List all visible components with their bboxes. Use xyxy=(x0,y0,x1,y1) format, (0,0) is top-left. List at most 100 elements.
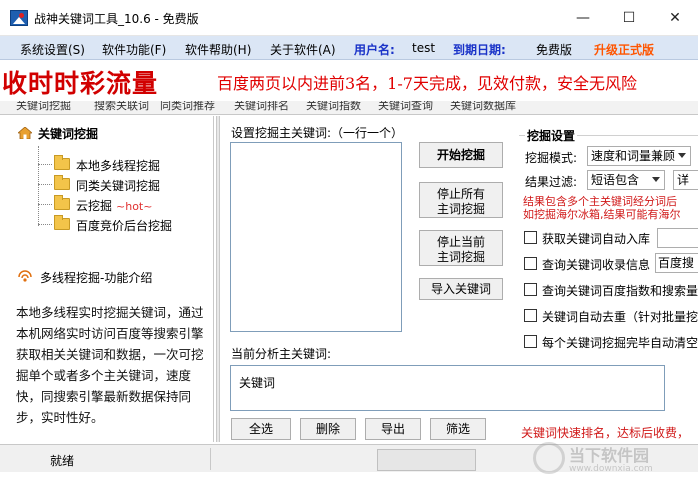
import-keywords-button[interactable]: 导入关键词 xyxy=(419,278,503,300)
tab-keyword-mining[interactable]: 关键词挖掘 xyxy=(16,101,71,113)
tree-item-label: 百度竞价后台挖掘 xyxy=(76,219,173,233)
banner-scroll-text: 百度两页以内进前3名，1-7天完成，见效付款，安全无风险 xyxy=(217,74,637,93)
stop-current-button[interactable]: 停止当前 主词挖掘 xyxy=(419,230,503,266)
menu-software-help[interactable]: 软件帮助(H) xyxy=(185,41,251,58)
folder-icon xyxy=(54,215,70,230)
app-logo-icon xyxy=(10,10,28,26)
tab-keyword-query[interactable]: 关键词查询 xyxy=(378,101,433,113)
mining-settings-panel: 挖掘设置 挖掘模式: 速度和词量兼顾 结果过滤: 短语包含 详 结果包含多个主关… xyxy=(515,125,698,355)
column-header-keyword: 关键词 xyxy=(239,376,276,390)
filter-select[interactable]: 短语包含 xyxy=(587,170,665,190)
hot-badge: ~hot~ xyxy=(116,200,153,213)
watermark-text: 当下软件园 xyxy=(569,446,650,465)
intro-title: 多线程挖掘-功能介绍 xyxy=(40,271,153,285)
delete-button[interactable]: 删除 xyxy=(300,418,356,440)
mode-value: 速度和词量兼顾 xyxy=(591,149,676,163)
checkbox-baidu-index[interactable]: 查询关键词百度指数和搜索量 xyxy=(524,281,698,299)
checkbox[interactable] xyxy=(524,231,537,244)
checkbox-label: 获取关键词自动入库 xyxy=(542,232,651,246)
stop-all-line1: 停止所有 xyxy=(436,186,485,201)
current-keyword-label: 当前分析主关键词: xyxy=(231,347,332,361)
info-signal-icon xyxy=(18,270,32,282)
panel-splitter[interactable] xyxy=(216,116,220,442)
chevron-down-icon xyxy=(678,153,686,158)
checkbox-label: 查询关键词百度指数和搜索量 xyxy=(542,284,698,298)
checkbox-dedupe[interactable]: 关键词自动去重（针对批量挖 xyxy=(524,307,698,325)
checkbox-auto-clear[interactable]: 每个关键词挖掘完毕自动清空 xyxy=(524,333,698,351)
tree-item-cloud-mining[interactable]: 云挖掘 ~hot~ xyxy=(38,195,218,214)
checkbox[interactable] xyxy=(524,283,537,296)
tab-strip: 关键词挖掘 搜索关联词 同类词推荐 关键词排名 关键词指数 关键词查询 关键词数… xyxy=(0,101,698,115)
checkbox[interactable] xyxy=(524,257,537,270)
filter-note: 结果包含多个主关键词经分词后 如挖掘海尔冰箱,结果可能有海尔 xyxy=(523,195,698,221)
watermark-url: www.downxia.com xyxy=(569,464,653,474)
stop-current-line2: 主词挖掘 xyxy=(436,249,485,264)
filter-note-line1: 结果包含多个主关键词经分词后 xyxy=(523,195,677,208)
select-all-button[interactable]: 全选 xyxy=(231,418,291,440)
menu-system-settings[interactable]: 系统设置(S) xyxy=(20,41,85,58)
tree-item-local-mining[interactable]: 本地多线程挖掘 xyxy=(38,155,218,174)
tab-related-search[interactable]: 搜索关联词 xyxy=(94,101,149,113)
tree-item-label: 本地多线程挖掘 xyxy=(76,159,161,173)
window-title: 战神关键词工具_10.6 - 免费版 xyxy=(34,12,199,26)
menu-bar: 系统设置(S) 软件功能(F) 软件帮助(H) 关于软件(A) 用户名: tes… xyxy=(0,36,698,60)
banner-bold-text: 收时时彩流量 xyxy=(2,69,159,98)
tab-keyword-database[interactable]: 关键词数据库 xyxy=(450,101,516,113)
progress-bar xyxy=(377,449,476,471)
stop-all-button[interactable]: 停止所有 主词挖掘 xyxy=(419,182,503,218)
minimize-button[interactable]: — xyxy=(560,0,606,36)
store-target-input[interactable] xyxy=(657,228,698,248)
status-text: 就绪 xyxy=(50,454,75,468)
filter-value: 短语包含 xyxy=(591,173,640,187)
watermark: 当下软件园 www.downxia.com xyxy=(525,440,695,480)
ad-banner[interactable]: 收时时彩流量 百度两页以内进前3名，1-7天完成，见效付款，安全无风险 xyxy=(0,61,698,101)
checkbox[interactable] xyxy=(524,309,537,322)
watermark-logo-icon xyxy=(533,442,565,474)
menu-about[interactable]: 关于软件(A) xyxy=(270,41,336,58)
username-label: 用户名: xyxy=(354,43,395,57)
left-panel: 关键词挖掘 本地多线程挖掘 同类关键词挖掘 云挖掘 ~hot~ 百度竞价后台挖掘 … xyxy=(8,116,214,442)
filter-detail-button[interactable]: 详 xyxy=(673,170,698,190)
tree-item-similar-mining[interactable]: 同类关键词挖掘 xyxy=(38,175,218,194)
username-value: test xyxy=(412,41,436,55)
chevron-down-icon xyxy=(652,177,660,182)
filter-label: 结果过滤: xyxy=(525,175,578,189)
filter-detail-label: 详 xyxy=(677,173,690,187)
home-icon xyxy=(18,127,32,139)
checkbox-label: 每个关键词挖掘完毕自动清空 xyxy=(542,336,698,350)
tree-item-text: 云挖掘 xyxy=(76,199,113,213)
expire-value: 免费版 xyxy=(536,43,573,57)
checkbox-label: 查询关键词收录信息 xyxy=(542,258,651,272)
tree-item-label: 云挖掘 ~hot~ xyxy=(76,197,152,214)
keywords-label: 设置挖掘主关键词:（一行一个） xyxy=(231,126,404,140)
stop-current-line1: 停止当前 xyxy=(436,234,485,249)
tree-item-baidu-bidding[interactable]: 百度竞价后台挖掘 xyxy=(38,215,218,234)
maximize-button[interactable]: ☐ xyxy=(606,0,652,36)
search-engine-select[interactable]: 百度搜 xyxy=(655,253,698,273)
filter-button[interactable]: 筛选 xyxy=(430,418,486,440)
checkbox-label: 关键词自动去重（针对批量挖 xyxy=(542,310,698,324)
title-bar: 战神关键词工具_10.6 - 免费版 — ☐ ✕ xyxy=(0,0,698,36)
start-mining-button[interactable]: 开始挖掘 xyxy=(419,142,503,168)
folder-icon xyxy=(54,175,70,190)
tree-item-label: 同类关键词挖掘 xyxy=(76,179,161,193)
checkbox[interactable] xyxy=(524,335,537,348)
expire-label: 到期日期: xyxy=(453,43,506,57)
current-keyword-list[interactable]: 关键词 xyxy=(230,365,665,411)
folder-icon xyxy=(54,155,70,170)
close-button[interactable]: ✕ xyxy=(652,0,698,36)
mode-label: 挖掘模式: xyxy=(525,151,578,165)
tree-title: 关键词挖掘 xyxy=(38,127,99,141)
stop-all-line2: 主词挖掘 xyxy=(436,201,485,216)
tab-similar-words[interactable]: 同类词推荐 xyxy=(160,101,215,113)
upgrade-link[interactable]: 升级正式版 xyxy=(594,41,654,58)
tab-keyword-index[interactable]: 关键词指数 xyxy=(306,101,361,113)
filter-note-line2: 如挖掘海尔冰箱,结果可能有海尔 xyxy=(523,208,681,221)
intro-text: 本地多线程实时挖掘关键词，通过本机网络实时访问百度等搜索引擎获取相关关键词和数据… xyxy=(16,305,204,425)
main-keywords-input[interactable] xyxy=(230,142,402,332)
rank-promo-link[interactable]: 关键词快速排名，达标后收费， xyxy=(521,424,698,441)
mode-select[interactable]: 速度和词量兼顾 xyxy=(587,146,691,166)
tab-keyword-rank[interactable]: 关键词排名 xyxy=(234,101,289,113)
export-button[interactable]: 导出 xyxy=(365,418,421,440)
menu-software-features[interactable]: 软件功能(F) xyxy=(102,41,166,58)
